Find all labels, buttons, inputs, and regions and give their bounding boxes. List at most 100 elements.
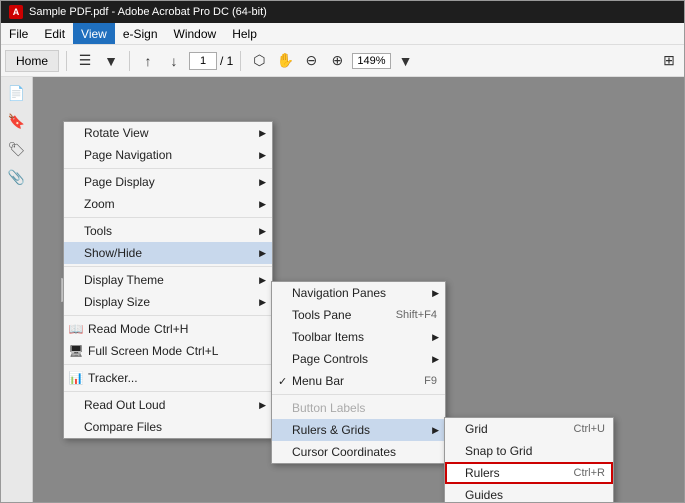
menu-esign[interactable]: e-Sign	[115, 23, 166, 44]
sh-page-controls[interactable]: Page Controls	[272, 348, 445, 370]
sep-5	[64, 364, 272, 365]
read-out-loud-label: Read Out Loud	[84, 398, 165, 412]
page-next-btn[interactable]: ↓	[163, 50, 185, 72]
tools-pane-shortcut: Shift+F4	[396, 309, 437, 321]
menu-page-navigation[interactable]: Page Navigation	[64, 144, 272, 166]
tools-pane-label: Tools Pane	[292, 308, 351, 322]
window-title: Sample PDF.pdf - Adobe Acrobat Pro DC (6…	[29, 6, 267, 18]
menu-bar-label: Menu Bar	[292, 374, 344, 388]
menu-full-screen[interactable]: 🖥 Full Screen Mode Ctrl+L	[64, 340, 272, 362]
display-size-label: Display Size	[84, 295, 150, 309]
toolbar-sep-1	[66, 51, 67, 71]
menu-rotate-view[interactable]: Rotate View	[64, 122, 272, 144]
zoom-label: Zoom	[84, 197, 115, 211]
sep-2	[64, 217, 272, 218]
left-sidebar: 📄 🔖 🏷 📎	[1, 77, 33, 502]
tools-label: Tools	[84, 224, 112, 238]
rg-snap-to-grid[interactable]: Snap to Grid	[445, 440, 613, 462]
tracker-label: Tracker...	[88, 371, 138, 385]
sep-6	[64, 391, 272, 392]
rulers-shortcut: Ctrl+R	[574, 467, 605, 479]
sep-1	[64, 168, 272, 169]
main-window: A Sample PDF.pdf - Adobe Acrobat Pro DC …	[0, 0, 685, 503]
grid-shortcut: Ctrl+U	[574, 423, 605, 435]
rulers-grids-menu: Grid Ctrl+U Snap to Grid Rulers Ctrl+R G…	[444, 417, 614, 502]
toolbar: Home ☰ ▼ ↑ ↓ / 1 ⬡ ✋ ⊖ ⊕ 149% ▼ ⊞	[1, 45, 684, 77]
cursor-coords-label: Cursor Coordinates	[292, 445, 396, 459]
page-navigation-label: Page Navigation	[84, 148, 172, 162]
home-tab[interactable]: Home	[5, 50, 59, 72]
nav-panes-label: Navigation Panes	[292, 286, 386, 300]
rulers-grids-label: Rulers & Grids	[292, 423, 370, 437]
menu-page-display[interactable]: Page Display	[64, 171, 272, 193]
toolbar-sidebar-btn[interactable]: ☰	[74, 50, 96, 72]
zoom-out-btn[interactable]: ⊖	[300, 50, 322, 72]
menu-window[interactable]: Window	[166, 23, 225, 44]
read-mode-label: Read Mode	[88, 322, 150, 336]
sidebar-tag-icon[interactable]: 🏷	[5, 137, 29, 161]
sh-tools-pane[interactable]: Tools Pane Shift+F4	[272, 304, 445, 326]
compare-files-label: Compare Files	[84, 420, 162, 434]
menu-tools[interactable]: Tools	[64, 220, 272, 242]
zoom-dropdown-btn[interactable]: ▼	[395, 50, 417, 72]
menu-help[interactable]: Help	[224, 23, 265, 44]
zoom-in-btn[interactable]: ⊕	[326, 50, 348, 72]
show-hide-menu: Navigation Panes Tools Pane Shift+F4 Too…	[271, 281, 446, 464]
toolbar-sep-3	[240, 51, 241, 71]
read-mode-shortcut: Ctrl+H	[154, 322, 188, 336]
menu-bar-shortcut: F9	[424, 375, 437, 387]
menu-view[interactable]: View	[73, 23, 115, 44]
page-display-label: Page Display	[84, 175, 155, 189]
sh-menu-bar[interactable]: ✓ Menu Bar F9	[272, 370, 445, 392]
read-mode-icon: 📖	[68, 321, 84, 337]
menu-compare-files[interactable]: Compare Files	[64, 416, 272, 438]
sh-cursor-coordinates[interactable]: Cursor Coordinates	[272, 441, 445, 463]
toolbar-sep-2	[129, 51, 130, 71]
menu-bar: File Edit View e-Sign Window Help	[1, 23, 684, 45]
page-separator: / 1	[220, 54, 233, 68]
show-hide-label: Show/Hide	[84, 246, 142, 260]
grid-label: Grid	[465, 422, 488, 436]
sidebar-attach-icon[interactable]: 📎	[5, 165, 29, 189]
zoom-display[interactable]: 149%	[352, 53, 390, 69]
menu-edit[interactable]: Edit	[36, 23, 73, 44]
menu-read-mode[interactable]: 📖 Read Mode Ctrl+H	[64, 318, 272, 340]
sep-4	[64, 315, 272, 316]
app-icon: A	[9, 5, 23, 19]
sh-rulers-grids[interactable]: Rulers & Grids	[272, 419, 445, 441]
rg-guides[interactable]: Guides	[445, 484, 613, 502]
menu-display-size[interactable]: Display Size	[64, 291, 272, 313]
title-bar: A Sample PDF.pdf - Adobe Acrobat Pro DC …	[1, 1, 684, 23]
menu-show-hide[interactable]: Show/Hide	[64, 242, 272, 264]
menu-tracker[interactable]: 📊 Tracker...	[64, 367, 272, 389]
page-controls-label: Page Controls	[292, 352, 368, 366]
sidebar-page-icon[interactable]: 📄	[5, 81, 29, 105]
display-theme-label: Display Theme	[84, 273, 164, 287]
menu-bar-check: ✓	[278, 375, 287, 388]
select-tool-btn[interactable]: ⬡	[248, 50, 270, 72]
rotate-view-label: Rotate View	[84, 126, 148, 140]
menu-read-out-loud[interactable]: Read Out Loud	[64, 394, 272, 416]
menu-file[interactable]: File	[1, 23, 36, 44]
button-labels-label: Button Labels	[292, 401, 365, 415]
sidebar-bookmark-icon[interactable]: 🔖	[5, 109, 29, 133]
snap-grid-label: Snap to Grid	[465, 444, 532, 458]
hand-tool-btn[interactable]: ✋	[274, 50, 296, 72]
sh-button-labels: Button Labels	[272, 397, 445, 419]
tracker-icon: 📊	[68, 370, 84, 386]
full-screen-label: Full Screen Mode	[88, 344, 182, 358]
page-number-input[interactable]	[189, 52, 217, 70]
tools-panel-btn[interactable]: ⊞	[658, 50, 680, 72]
rg-rulers[interactable]: Rulers Ctrl+R	[445, 462, 613, 484]
sh-navigation-panes[interactable]: Navigation Panes	[272, 282, 445, 304]
menu-display-theme[interactable]: Display Theme	[64, 269, 272, 291]
full-screen-icon: 🖥	[68, 343, 84, 359]
sh-sep-1	[272, 394, 445, 395]
menu-zoom[interactable]: Zoom	[64, 193, 272, 215]
full-screen-shortcut: Ctrl+L	[186, 344, 218, 358]
guides-label: Guides	[465, 488, 503, 502]
rg-grid[interactable]: Grid Ctrl+U	[445, 418, 613, 440]
page-prev-btn[interactable]: ↑	[137, 50, 159, 72]
toolbar-filter-btn[interactable]: ▼	[100, 50, 122, 72]
sh-toolbar-items[interactable]: Toolbar Items	[272, 326, 445, 348]
